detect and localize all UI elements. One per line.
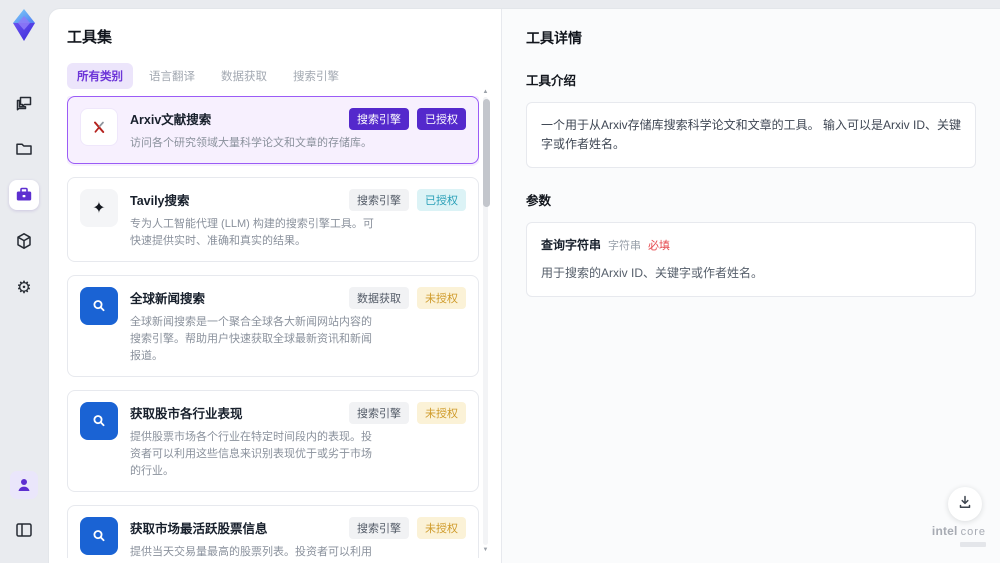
tool-card-sector-performance[interactable]: 获取股市各行业表现 搜索引擎 未授权 提供股票市场各个行业在特定时间段内的表现。… — [67, 390, 479, 493]
toolbox-icon — [14, 185, 34, 205]
category-tabs: 所有类别 语言翻译 数据获取 搜索引擎 — [67, 63, 501, 89]
tools-panel: 工具集 所有类别 语言翻译 数据获取 搜索引擎 Arxiv文献搜索 搜索引擎 已… — [49, 9, 501, 563]
intro-text: 一个用于从Arxiv存储库搜索科学论文和文章的工具。 输入可以是Arxiv ID… — [541, 118, 962, 152]
scrollbar-thumb[interactable] — [483, 99, 490, 207]
sidebar-item-settings[interactable]: ⚙ — [9, 272, 39, 302]
page-title: 工具集 — [67, 29, 113, 46]
auth-badge: 未授权 — [417, 287, 466, 310]
tool-name: Arxiv文献搜索 — [130, 113, 212, 127]
tab-search-engine[interactable]: 搜索引擎 — [283, 63, 349, 89]
param-required-badge: 必填 — [648, 240, 671, 253]
tab-translation[interactable]: 语言翻译 — [139, 63, 205, 89]
main-content: 工具集 所有类别 语言翻译 数据获取 搜索引擎 Arxiv文献搜索 搜索引擎 已… — [48, 8, 1000, 563]
tool-description: 提供当天交易量最高的股票列表。投资者可以利用这些信息来识别流动性强的股票和潜在的… — [130, 546, 372, 558]
param-name: 查询字符串 — [541, 238, 602, 253]
tool-card-global-news[interactable]: 全球新闻搜索 数据获取 未授权 全球新闻搜索是一个聚合全球各大新闻网站内容的搜索… — [67, 275, 479, 378]
brand-name-intel: intel — [931, 524, 958, 538]
param-box: 查询字符串 字符串 必填 用于搜索的Arxiv ID、关键字或作者姓名。 — [526, 222, 976, 298]
sidebar-item-chat[interactable] — [9, 88, 39, 118]
app-logo-icon — [8, 8, 40, 42]
tool-list: Arxiv文献搜索 搜索引擎 已授权 访问各个研究领域大量科学论文和文章的存储库… — [67, 96, 479, 558]
blue-search-icon — [80, 287, 118, 326]
params-section-title: 参数 — [526, 194, 552, 209]
arxiv-icon — [80, 108, 118, 146]
sidebar-item-files[interactable] — [9, 134, 39, 164]
category-badge: 搜索引擎 — [349, 108, 409, 130]
tool-description: 专为人工智能代理 (LLM) 构建的搜索引擎工具。可快速提供实时、准确和真实的结… — [130, 218, 374, 248]
category-badge: 搜索引擎 — [349, 517, 409, 540]
user-icon — [15, 476, 33, 494]
chat-icon — [14, 93, 34, 113]
intro-section-title: 工具介绍 — [526, 74, 577, 88]
panel-icon — [14, 520, 34, 540]
left-rail: ⚙ — [0, 0, 48, 563]
scroll-down-icon[interactable]: ▼ — [481, 547, 490, 553]
category-badge: 数据获取 — [349, 287, 409, 310]
brand-name-core: core — [960, 526, 986, 538]
scroll-up-icon[interactable]: ▲ — [481, 89, 490, 95]
category-badge: 搜索引擎 — [349, 189, 409, 212]
tool-card-active-stocks[interactable]: 获取市场最活跃股票信息 搜索引擎 未授权 提供当天交易量最高的股票列表。投资者可… — [67, 505, 479, 558]
tool-name: 全球新闻搜索 — [130, 292, 206, 307]
tool-card-arxiv[interactable]: Arxiv文献搜索 搜索引擎 已授权 访问各个研究领域大量科学论文和文章的存储库… — [67, 96, 479, 165]
blue-search-icon — [80, 517, 118, 556]
folder-icon — [14, 139, 34, 159]
tool-detail-panel: 工具详情 工具介绍 一个用于从Arxiv存储库搜索科学论文和文章的工具。 输入可… — [501, 9, 1000, 563]
intro-box: 一个用于从Arxiv存储库搜索科学论文和文章的工具。 输入可以是Arxiv ID… — [526, 102, 976, 169]
auth-badge: 已授权 — [417, 108, 466, 130]
intel-core-logo: intel core — [932, 522, 986, 547]
blue-search-icon — [80, 402, 118, 441]
tool-description: 提供股票市场各个行业在特定时间段内的表现。投资者可以利用这些信息来识别表现优于或… — [130, 431, 372, 478]
category-badge: 搜索引擎 — [349, 402, 409, 425]
tool-name: 获取股市各行业表现 — [130, 407, 243, 422]
sidebar-item-toolbox[interactable] — [9, 180, 39, 210]
auth-badge: 已授权 — [417, 189, 466, 212]
tab-all-categories[interactable]: 所有类别 — [67, 63, 133, 89]
detail-title: 工具详情 — [526, 30, 582, 46]
tool-name: 获取市场最活跃股票信息 — [130, 522, 268, 537]
sparkle-icon: ✦ — [80, 189, 118, 228]
download-icon — [956, 493, 974, 516]
param-description: 用于搜索的Arxiv ID、关键字或作者姓名。 — [541, 265, 764, 280]
list-scrollbar[interactable]: ▲ ▼ — [481, 89, 490, 553]
tool-name: Tavily搜索 — [130, 194, 190, 209]
sidebar-item-packages[interactable] — [9, 226, 39, 256]
auth-badge: 未授权 — [417, 517, 466, 540]
tool-description: 访问各个研究领域大量科学论文和文章的存储库。 — [130, 137, 372, 149]
tool-description: 全球新闻搜索是一个聚合全球各大新闻网站内容的搜索引擎。帮助用户快速获取全球最新资… — [130, 316, 372, 363]
auth-badge: 未授权 — [417, 402, 466, 425]
tool-card-tavily[interactable]: ✦ Tavily搜索 搜索引擎 已授权 专为人工智能代理 (LLM) 构建的搜索… — [67, 177, 479, 263]
cube-icon — [14, 231, 34, 251]
brand-sub-mark — [960, 542, 986, 547]
sidebar-item-collapse[interactable] — [9, 515, 39, 545]
sidebar-item-profile[interactable] — [10, 471, 38, 499]
tab-data-fetch[interactable]: 数据获取 — [211, 63, 277, 89]
download-button[interactable] — [948, 487, 982, 521]
param-type: 字符串 — [608, 240, 642, 253]
gear-icon: ⚙ — [16, 277, 32, 297]
